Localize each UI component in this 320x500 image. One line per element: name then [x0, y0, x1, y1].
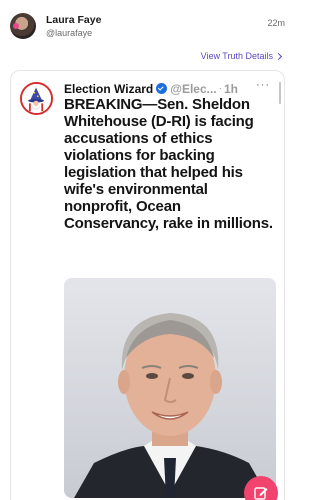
quoted-time: 1h	[223, 81, 238, 96]
view-details-label: View Truth Details	[200, 51, 273, 61]
verified-badge-icon	[156, 83, 168, 94]
scrollbar[interactable]	[279, 82, 281, 104]
quoted-post-text: BREAKING—Sen. Sheldon Whitehouse (D-RI) …	[64, 96, 273, 232]
view-truth-details-link[interactable]: View Truth Details	[200, 51, 283, 61]
post-photo[interactable]	[64, 278, 276, 498]
quoted-header: Election Wizard @Elec... · 1h ···	[64, 79, 276, 96]
chevron-right-icon	[274, 52, 283, 60]
quoted-author-handle[interactable]: @Elec...	[170, 82, 216, 96]
more-options-button[interactable]: ···	[256, 79, 270, 91]
quoted-post-card[interactable]: Election Wizard @Elec... · 1h ··· BREAKI…	[10, 70, 285, 500]
author-block: Laura Faye @laurafaye	[46, 14, 101, 39]
author-handle[interactable]: @laurafaye	[46, 27, 101, 39]
compose-icon	[254, 487, 268, 500]
post-time: 22m	[267, 18, 285, 28]
wizard-avatar-icon[interactable]	[20, 82, 53, 115]
author-name[interactable]: Laura Faye	[46, 14, 101, 27]
quoted-author-name[interactable]: Election Wizard	[64, 82, 153, 96]
avatar[interactable]	[10, 13, 36, 39]
separator-dot: ·	[218, 83, 222, 94]
post-header: Laura Faye @laurafaye 22m	[10, 8, 285, 44]
